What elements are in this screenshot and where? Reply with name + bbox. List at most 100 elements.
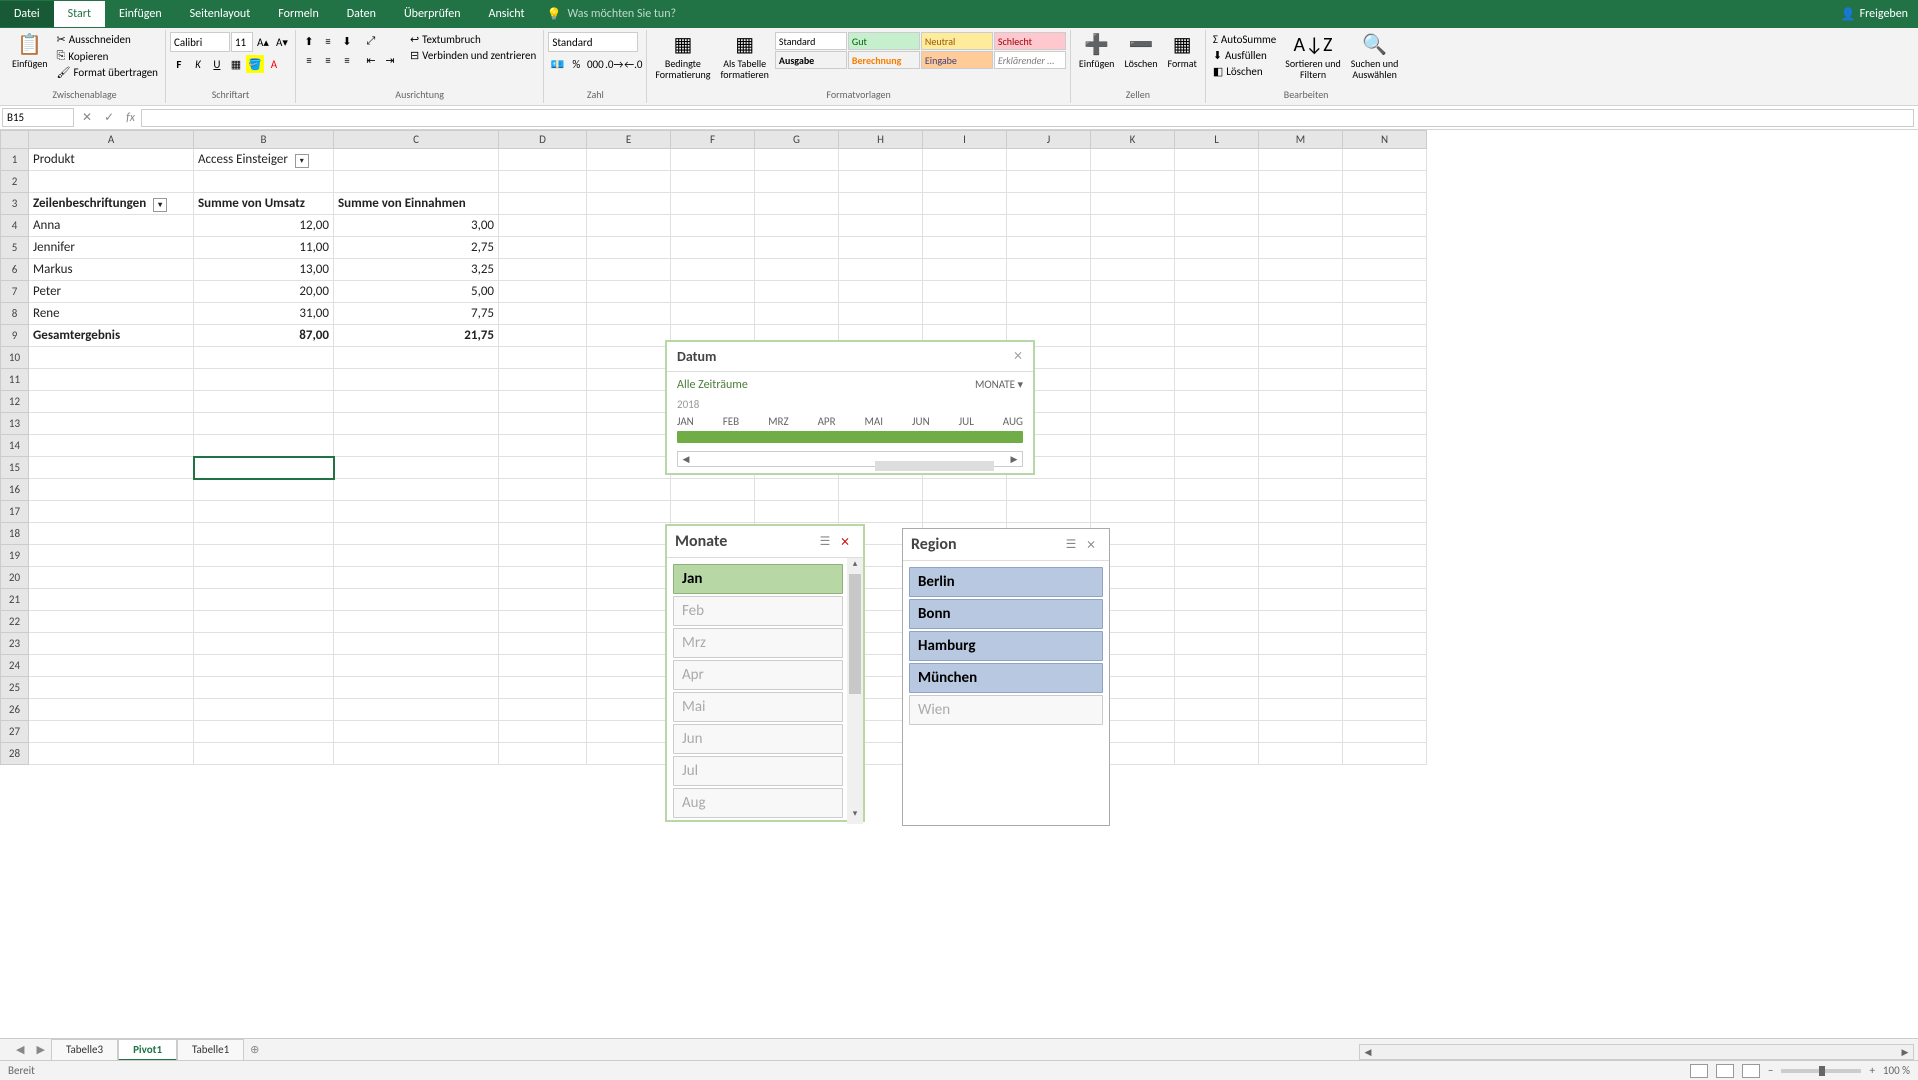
cell-M8[interactable] [1259,303,1343,325]
cell-C2[interactable] [334,171,499,193]
col-header-I[interactable]: I [923,131,1007,149]
cell-K9[interactable] [1091,325,1175,347]
cell-A24[interactable] [29,655,194,677]
sheet-nav-prev[interactable]: ◀ [10,1043,30,1056]
cell-G16[interactable] [755,479,839,501]
slicer-region-item-berlin[interactable]: Berlin [909,567,1103,597]
font-name-select[interactable]: Calibri [170,32,230,52]
cell-L23[interactable] [1175,633,1259,655]
cell-C22[interactable] [334,611,499,633]
cell-K10[interactable] [1091,347,1175,369]
timeline-month-APR[interactable]: APR [818,415,836,428]
cell-G3[interactable] [755,193,839,215]
cell-A5[interactable]: Jennifer [29,237,194,259]
timeline-month-MAI[interactable]: MAI [865,415,884,428]
cell-M9[interactable] [1259,325,1343,347]
cell-B6[interactable]: 13,00 [194,259,334,281]
cell-C24[interactable] [334,655,499,677]
col-header-H[interactable]: H [839,131,923,149]
cell-N6[interactable] [1343,259,1427,281]
cell-H3[interactable] [839,193,923,215]
cell-A28[interactable] [29,743,194,765]
cell-C27[interactable] [334,721,499,743]
cell-L6[interactable] [1175,259,1259,281]
cell-A12[interactable] [29,391,194,413]
tab-formeln[interactable]: Formeln [264,1,332,27]
slicer-monate-clear-button[interactable]: ⨯ [835,534,855,549]
slicer-region-item-bonn[interactable]: Bonn [909,599,1103,629]
cell-D6[interactable] [499,259,587,281]
cell-E3[interactable] [587,193,671,215]
cell-C12[interactable] [334,391,499,413]
increase-font-button[interactable]: A▴ [254,33,272,51]
col-header-E[interactable]: E [587,131,671,149]
cell-E1[interactable] [587,149,671,171]
row-header-26[interactable]: 26 [1,699,29,721]
cell-M20[interactable] [1259,567,1343,589]
slicer-monate-multiselect-button[interactable]: ☰ [815,534,835,549]
cell-E17[interactable] [587,501,671,523]
cell-B4[interactable]: 12,00 [194,215,334,237]
style-gut[interactable]: Gut [848,32,920,50]
tab-daten[interactable]: Daten [333,1,390,27]
border-button[interactable]: ▦ [227,55,245,73]
cell-B28[interactable] [194,743,334,765]
row-header-6[interactable]: 6 [1,259,29,281]
cell-M17[interactable] [1259,501,1343,523]
row-header-3[interactable]: 3 [1,193,29,215]
timeline-scroll-thumb[interactable] [875,461,994,471]
enter-formula-button[interactable]: ✓ [98,110,120,125]
cell-N11[interactable] [1343,369,1427,391]
cell-D9[interactable] [499,325,587,347]
cell-M24[interactable] [1259,655,1343,677]
cell-M3[interactable] [1259,193,1343,215]
timeline-month-JUL[interactable]: JUL [959,415,974,428]
insert-cells-button[interactable]: ➕Einfügen [1075,32,1119,71]
row-header-11[interactable]: 11 [1,369,29,391]
cell-L1[interactable] [1175,149,1259,171]
cell-F17[interactable] [671,501,755,523]
cell-D21[interactable] [499,589,587,611]
cell-I4[interactable] [923,215,1007,237]
cell-J16[interactable] [1007,479,1091,501]
cell-N16[interactable] [1343,479,1427,501]
cell-E24[interactable] [587,655,671,677]
cell-C20[interactable] [334,567,499,589]
row-header-13[interactable]: 13 [1,413,29,435]
cell-N20[interactable] [1343,567,1427,589]
font-size-select[interactable]: 11 [231,32,253,52]
cell-B20[interactable] [194,567,334,589]
timeline-month-JAN[interactable]: JAN [677,415,694,428]
cell-A26[interactable] [29,699,194,721]
cell-H7[interactable] [839,281,923,303]
cell-L8[interactable] [1175,303,1259,325]
cell-D18[interactable] [499,523,587,545]
row-header-18[interactable]: 18 [1,523,29,545]
cell-B27[interactable] [194,721,334,743]
cell-J5[interactable] [1007,237,1091,259]
new-sheet-button[interactable]: ⊕ [244,1043,265,1056]
timeline-clear-button[interactable]: ⨯ [1013,348,1023,365]
row-header-10[interactable]: 10 [1,347,29,369]
timeline-selection-bar[interactable] [677,431,1023,443]
cell-L21[interactable] [1175,589,1259,611]
slicer-monate-item-feb[interactable]: Feb [673,596,843,626]
cell-J4[interactable] [1007,215,1091,237]
cell-H8[interactable] [839,303,923,325]
cell-H17[interactable] [839,501,923,523]
cell-A15[interactable] [29,457,194,479]
cell-B17[interactable] [194,501,334,523]
share-button[interactable]: 👤 Freigeben [1841,7,1908,22]
cell-B25[interactable] [194,677,334,699]
underline-button[interactable]: U [208,55,226,73]
select-all-corner[interactable] [1,131,29,149]
cell-C6[interactable]: 3,25 [334,259,499,281]
cell-D13[interactable] [499,413,587,435]
cell-E13[interactable] [587,413,671,435]
cell-N19[interactable] [1343,545,1427,567]
clear-button[interactable]: ◧Löschen [1210,64,1279,79]
style-schlecht[interactable]: Schlecht [994,32,1066,50]
cell-L28[interactable] [1175,743,1259,765]
tell-me-input[interactable]: Was möchten Sie tun? [567,7,676,21]
cell-C9[interactable]: 21,75 [334,325,499,347]
